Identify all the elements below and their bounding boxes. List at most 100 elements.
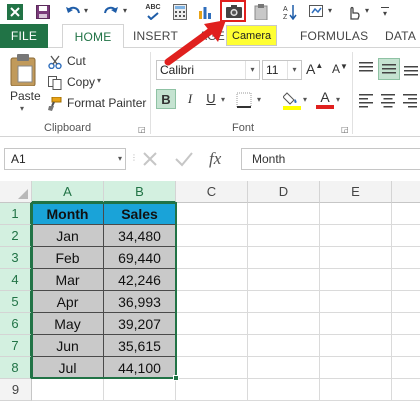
shrink-font-button[interactable]: A▼ bbox=[332, 62, 348, 76]
paste-button[interactable]: Paste ▾ bbox=[10, 54, 41, 113]
row-header-1[interactable]: 1 bbox=[0, 203, 32, 225]
bold-button[interactable]: B bbox=[156, 89, 176, 109]
row-header-6[interactable]: 6 bbox=[0, 313, 32, 335]
cell-a2[interactable]: Jan bbox=[32, 225, 104, 247]
font-color-dropdown-icon[interactable]: ▾ bbox=[336, 95, 340, 104]
name-box[interactable]: A1 ▾ bbox=[4, 148, 126, 170]
format-painter-button[interactable]: Format Painter bbox=[48, 95, 148, 113]
cell-a5[interactable]: Apr bbox=[32, 291, 104, 313]
font-name-dropdown-icon[interactable]: ▾ bbox=[245, 61, 259, 79]
align-center-button[interactable] bbox=[378, 90, 398, 110]
empty-cells-region[interactable] bbox=[176, 203, 420, 401]
cell-b2[interactable]: 34,480 bbox=[104, 225, 176, 247]
shrink-font-letter: A bbox=[332, 62, 341, 76]
middle-align-button[interactable] bbox=[378, 58, 400, 80]
column-header-b[interactable]: B bbox=[104, 181, 176, 203]
borders-button[interactable] bbox=[236, 92, 252, 113]
font-color-letter: A bbox=[320, 89, 330, 105]
row-header-7[interactable]: 7 bbox=[0, 335, 32, 357]
camera-button[interactable] bbox=[220, 0, 246, 22]
cell-b3[interactable]: 69,440 bbox=[104, 247, 176, 269]
cell-a6[interactable]: May bbox=[32, 313, 104, 335]
cell-b7[interactable]: 35,615 bbox=[104, 335, 176, 357]
cell-a3[interactable]: Feb bbox=[32, 247, 104, 269]
row-header-9[interactable]: 9 bbox=[0, 379, 32, 401]
touch-dropdown-icon[interactable]: ▾ bbox=[365, 6, 369, 15]
screen-dropdown-icon[interactable]: ▾ bbox=[328, 6, 332, 15]
fill-color-button[interactable] bbox=[282, 90, 301, 115]
save-icon[interactable] bbox=[34, 2, 52, 22]
screen-icon[interactable] bbox=[308, 2, 326, 22]
paste-icon[interactable] bbox=[252, 2, 270, 22]
svg-text:Z: Z bbox=[283, 14, 288, 20]
tab-insert[interactable]: INSERT bbox=[133, 24, 178, 48]
fill-handle[interactable] bbox=[173, 375, 179, 381]
font-size-dropdown-icon[interactable]: ▾ bbox=[287, 61, 301, 79]
italic-button[interactable]: I bbox=[180, 89, 200, 109]
redo-dropdown-icon[interactable]: ▾ bbox=[123, 6, 127, 15]
column-header-d[interactable]: D bbox=[248, 181, 320, 203]
empty-cells-row-9[interactable] bbox=[32, 379, 176, 401]
paste-dropdown-icon[interactable]: ▾ bbox=[20, 104, 24, 113]
align-center-icon bbox=[381, 94, 395, 108]
clipboard-launcher-icon[interactable]: ◲ bbox=[138, 125, 146, 134]
cut-button[interactable]: Cut bbox=[48, 53, 128, 71]
touch-icon[interactable] bbox=[344, 2, 362, 22]
enter-icon[interactable] bbox=[174, 150, 194, 173]
top-align-button[interactable] bbox=[356, 58, 376, 80]
font-size-select[interactable]: 11 ▾ bbox=[262, 60, 302, 80]
row-header-2[interactable]: 2 bbox=[0, 225, 32, 247]
font-color-button[interactable]: A bbox=[316, 90, 334, 109]
undo-dropdown-icon[interactable]: ▾ bbox=[84, 6, 88, 15]
fill-color-dropdown-icon[interactable]: ▾ bbox=[303, 95, 307, 104]
cell-a4[interactable]: Mar bbox=[32, 269, 104, 291]
cancel-icon[interactable] bbox=[141, 150, 159, 173]
tab-file[interactable]: FILE bbox=[0, 24, 48, 48]
align-left-button[interactable] bbox=[356, 90, 376, 110]
row-header-8[interactable]: 8 bbox=[0, 357, 32, 379]
underline-dropdown-icon[interactable]: ▾ bbox=[221, 95, 225, 104]
tab-page-layout[interactable]: AGE bbox=[199, 24, 225, 48]
redo-icon[interactable] bbox=[102, 2, 120, 22]
cell-b1[interactable]: Sales bbox=[104, 203, 176, 225]
copy-dropdown-icon[interactable]: ▾ bbox=[97, 76, 101, 85]
underline-button[interactable]: U bbox=[201, 89, 221, 109]
bottom-align-button[interactable] bbox=[402, 58, 420, 80]
font-launcher-icon[interactable]: ◲ bbox=[341, 125, 349, 134]
cell-b8[interactable]: 44,100 bbox=[104, 357, 176, 379]
grow-font-button[interactable]: A▲ bbox=[306, 61, 323, 77]
row-header-4[interactable]: 4 bbox=[0, 269, 32, 291]
cell-b5[interactable]: 36,993 bbox=[104, 291, 176, 313]
tab-data[interactable]: DATA bbox=[385, 24, 416, 48]
tab-home[interactable]: HOME bbox=[62, 24, 124, 49]
cell-b6[interactable]: 39,207 bbox=[104, 313, 176, 335]
copy-button[interactable]: Copy ▾ bbox=[48, 74, 128, 92]
align-right-button[interactable] bbox=[400, 90, 420, 110]
cell-a7[interactable]: Jun bbox=[32, 335, 104, 357]
column-header-e[interactable]: E bbox=[320, 181, 392, 203]
row-header-5[interactable]: 5 bbox=[0, 291, 32, 313]
select-all-corner[interactable] bbox=[0, 181, 32, 203]
spelling-icon[interactable]: ABC bbox=[143, 2, 163, 22]
borders-dropdown-icon[interactable]: ▾ bbox=[257, 95, 261, 104]
spreadsheet-grid[interactable]: A B C D E 1 2 3 4 5 6 7 8 9 Month Sales … bbox=[0, 181, 420, 401]
column-header-f[interactable] bbox=[392, 181, 420, 203]
insert-function-icon[interactable]: fx bbox=[209, 149, 221, 169]
column-header-c[interactable]: C bbox=[176, 181, 248, 203]
undo-icon[interactable] bbox=[64, 2, 82, 22]
name-box-dropdown-icon[interactable]: ▾ bbox=[118, 149, 122, 169]
chart-icon[interactable] bbox=[196, 2, 214, 22]
cell-a8[interactable]: Jul bbox=[32, 357, 104, 379]
calculator-icon[interactable] bbox=[171, 2, 189, 22]
font-name-select[interactable]: Calibri ▾ bbox=[156, 60, 260, 80]
row-header-3[interactable]: 3 bbox=[0, 247, 32, 269]
font-size-value: 11 bbox=[266, 63, 279, 77]
format-painter-label: Format Painter bbox=[67, 96, 147, 110]
formula-input[interactable]: Month bbox=[241, 148, 420, 170]
customize-qat-icon[interactable]: ▾ bbox=[378, 2, 392, 22]
tab-formulas[interactable]: FORMULAS bbox=[300, 24, 368, 48]
column-header-a[interactable]: A bbox=[32, 181, 104, 203]
sort-icon[interactable]: AZ bbox=[281, 2, 299, 22]
cell-b4[interactable]: 42,246 bbox=[104, 269, 176, 291]
cell-a1[interactable]: Month bbox=[32, 203, 104, 225]
